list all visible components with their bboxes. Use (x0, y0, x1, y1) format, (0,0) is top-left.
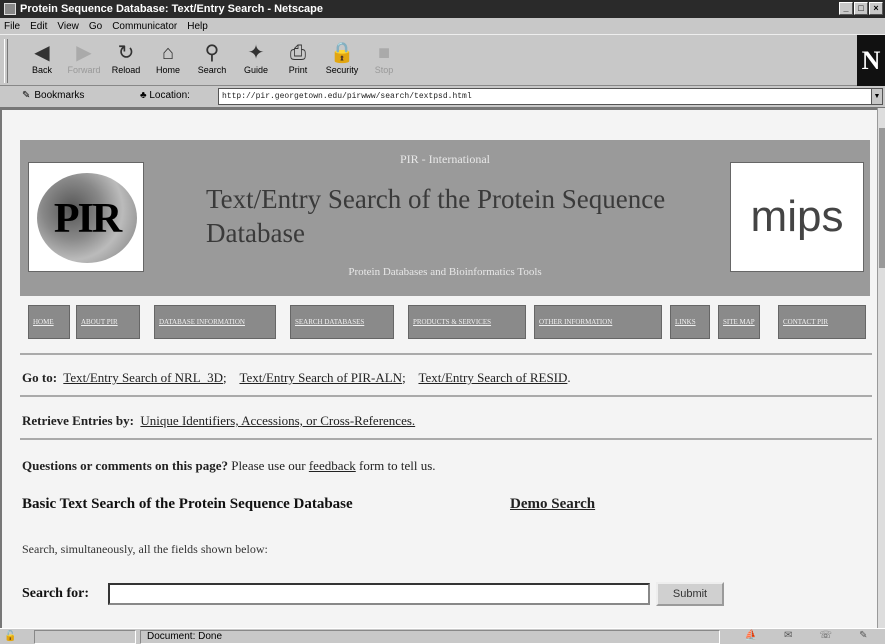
home-button[interactable]: ⌂ Home (148, 41, 188, 83)
forward-arrow-icon: ▶ (76, 42, 92, 64)
questions-line: Questions or comments on this page? Plea… (22, 458, 436, 473)
bookmarks-button[interactable]: ✎ Bookmarks (22, 90, 84, 101)
mail-icon[interactable]: ✉ (784, 630, 792, 644)
search-icon: ⚲ (204, 42, 220, 64)
discussions-icon[interactable]: ☏ (820, 630, 833, 644)
bookmarks-label: Bookmarks (34, 90, 85, 101)
component-tray: ⛵ ✉ ☏ ✎ (731, 630, 881, 644)
location-label: ♣ Location: (140, 90, 190, 101)
print-icon: ⎙ (290, 42, 306, 64)
goto-label: Go to: (22, 370, 58, 385)
window-controls: _ □ × (839, 2, 883, 15)
goto-links: Go to: Text/Entry Search of NRL_3D; Text… (22, 370, 571, 385)
guide-icon: ✦ (247, 42, 265, 64)
location-page-icon[interactable]: ♣ (140, 90, 147, 101)
search-description: Search, simultaneously, all the fields s… (22, 542, 268, 556)
nav-other-information[interactable]: OTHER INFORMATION (534, 305, 662, 339)
menu-view[interactable]: View (57, 21, 79, 32)
submit-button[interactable]: Submit (656, 582, 724, 606)
site-banner: PIR PIR - International Text/Entry Searc… (20, 140, 870, 296)
netscape-app-icon (4, 3, 16, 15)
nav-products-services[interactable]: PRODUCTS & SERVICES (408, 305, 526, 339)
toolbar-grip[interactable] (4, 39, 8, 83)
page-content: PIR PIR - International Text/Entry Searc… (0, 108, 885, 628)
guide-button[interactable]: ✦ Guide (236, 41, 276, 83)
security-label: Security (325, 65, 359, 75)
nav-site-map[interactable]: SITE MAP (718, 305, 760, 339)
search-button[interactable]: ⚲ Search (192, 41, 232, 83)
progress-bar (34, 630, 136, 644)
link-resid-search[interactable]: Text/Entry Search of RESID (418, 370, 567, 385)
window-title: Protein Sequence Database: Text/Entry Se… (20, 3, 324, 15)
basic-search-heading: Basic Text Search of the Protein Sequenc… (22, 496, 353, 512)
nav-links[interactable]: LINKS (670, 305, 710, 339)
location-url-field[interactable]: http://pir.georgetown.edu/pirwww/search/… (218, 88, 873, 105)
retrieve-entries: Retrieve Entries by: Unique Identifiers,… (22, 413, 415, 429)
security-icon: 🔒 (329, 42, 355, 64)
reload-button[interactable]: ↻ Reload (106, 41, 146, 83)
questions-bold: Questions or comments on this page? (22, 458, 228, 473)
composer-icon[interactable]: ✎ (859, 630, 867, 644)
link-feedback[interactable]: feedback (309, 458, 356, 473)
security-lock-icon[interactable]: 🔓 (4, 631, 18, 643)
page-title: Text/Entry Search of the Protein Sequenc… (206, 184, 666, 248)
navigator-icon[interactable]: ⛵ (745, 630, 757, 644)
stop-label: Stop (374, 65, 394, 75)
scrollbar-thumb[interactable] (879, 128, 885, 268)
link-nrl3d-search[interactable]: Text/Entry Search of NRL_3D (63, 370, 223, 385)
window-titlebar: Protein Sequence Database: Text/Entry Se… (0, 0, 885, 18)
nav-contact-pir[interactable]: CONTACT PIR (778, 305, 866, 339)
divider (20, 353, 872, 355)
home-icon: ⌂ (161, 42, 175, 64)
print-label: Print (288, 65, 308, 75)
mips-logo[interactable]: mips (730, 162, 864, 272)
search-input[interactable] (108, 583, 650, 605)
nav-search-databases[interactable]: SEARCH DATABASES (290, 305, 394, 339)
retrieve-label: Retrieve Entries by: (22, 413, 134, 428)
pir-logo[interactable]: PIR (28, 162, 144, 272)
minimize-button[interactable]: _ (839, 2, 853, 15)
netscape-throbber-icon[interactable]: N (857, 35, 885, 87)
demo-search-link[interactable]: Demo Search (510, 496, 595, 513)
location-bar: ✎ Bookmarks ♣ Location: http://pir.george… (0, 86, 885, 108)
guide-label: Guide (243, 65, 269, 75)
bookmarks-icon: ✎ (22, 90, 31, 101)
status-bar: 🔓 Document: Done ⛵ ✉ ☏ ✎ (0, 628, 885, 644)
reload-label: Reload (111, 65, 141, 75)
security-button[interactable]: 🔒 Security (322, 41, 362, 83)
divider (20, 438, 872, 440)
back-arrow-icon: ◀ (34, 42, 50, 64)
pir-logo-text: PIR (53, 196, 122, 242)
nav-database-information[interactable]: DATABASE INFORMATION (154, 305, 276, 339)
link-unique-identifiers[interactable]: Unique Identifiers, Accessions, or Cross… (140, 413, 415, 428)
location-dropdown-arrow-icon[interactable]: ▼ (871, 88, 883, 105)
close-button[interactable]: × (869, 2, 883, 15)
search-for-label: Search for: (22, 586, 89, 601)
print-button[interactable]: ⎙ Print (278, 41, 318, 83)
stop-icon: ■ (377, 42, 391, 64)
menu-go[interactable]: Go (89, 21, 102, 32)
back-label: Back (31, 65, 52, 75)
search-label: Search (197, 65, 227, 75)
forward-button[interactable]: ▶ Forward (64, 41, 104, 83)
menu-communicator[interactable]: Communicator (112, 21, 177, 32)
reload-icon: ↻ (117, 42, 135, 64)
stop-button[interactable]: ■ Stop (364, 41, 404, 83)
home-label: Home (155, 65, 180, 75)
link-pir-aln-search[interactable]: Text/Entry Search of PIR-ALN (239, 370, 402, 385)
menu-edit[interactable]: Edit (30, 21, 47, 32)
maximize-button[interactable]: □ (854, 2, 868, 15)
back-button[interactable]: ◀ Back (22, 41, 62, 83)
divider (20, 395, 872, 397)
forward-label: Forward (67, 65, 101, 75)
menu-bar: File Edit View Go Communicator Help (0, 18, 885, 34)
nav-home[interactable]: HOME (28, 305, 70, 339)
navigation-toolbar: ◀ Back ▶ Forward ↻ Reload ⌂ Home ⚲ Searc… (0, 34, 885, 87)
menu-help[interactable]: Help (187, 21, 208, 32)
site-nav: HOME ABOUT PIR DATABASE INFORMATION SEAR… (20, 300, 870, 344)
nav-about-pir[interactable]: ABOUT PIR (76, 305, 140, 339)
menu-file[interactable]: File (4, 21, 20, 32)
vertical-scrollbar[interactable] (877, 108, 885, 628)
status-message: Document: Done (140, 630, 720, 644)
